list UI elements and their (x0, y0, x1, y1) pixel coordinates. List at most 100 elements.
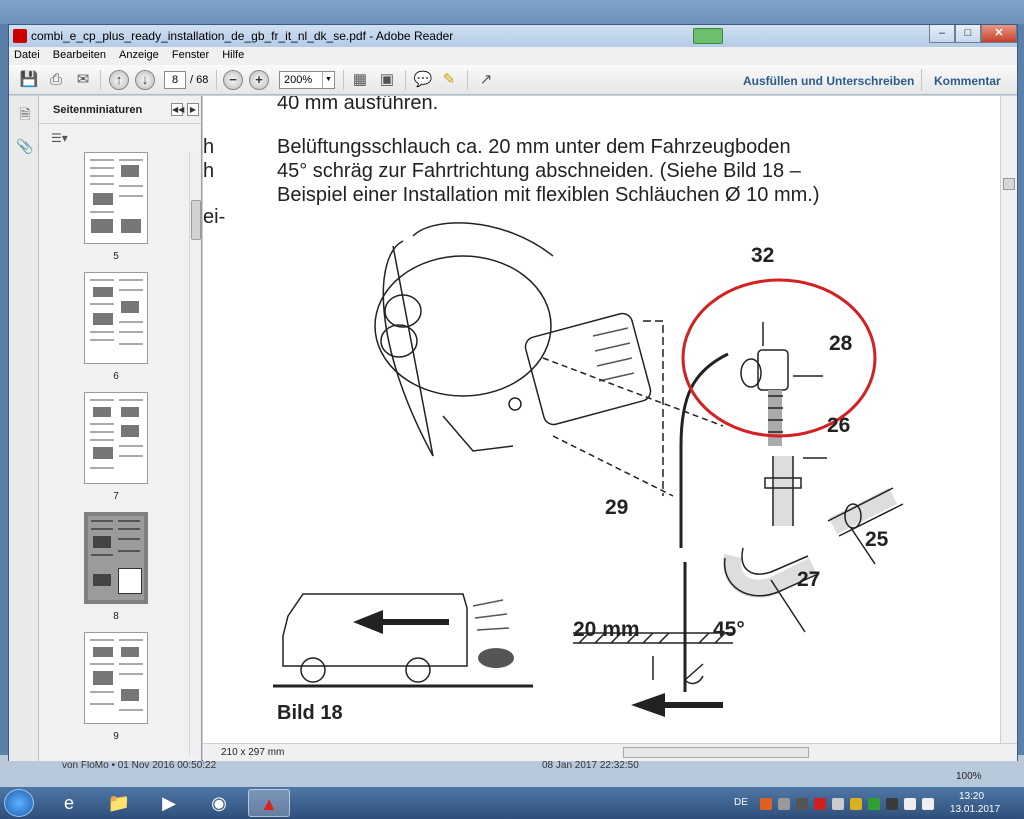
thumbnail-page-selected[interactable] (84, 512, 148, 604)
direction-arrow-head (353, 610, 383, 634)
thumbnail-scroll-thumb[interactable] (191, 200, 201, 240)
maximize-button[interactable]: □ (955, 25, 981, 43)
zoom-select[interactable]: 200% ▼ (279, 71, 335, 89)
thumbnail-panel-title: Seitenminiaturen (53, 104, 143, 116)
fill-and-sign-link[interactable]: Ausfüllen und Unterschreiben (743, 74, 914, 88)
tray-app-icon[interactable] (796, 798, 808, 810)
horizontal-scrollbar[interactable] (623, 747, 809, 758)
tray-app-icon[interactable] (886, 798, 898, 810)
connector-25 (828, 487, 898, 535)
heater-body-outline (382, 240, 434, 457)
camper-wheel-front (300, 657, 326, 683)
toolbar-divider (467, 70, 468, 90)
guide-line-3 (643, 320, 664, 496)
thumbnail-list: 5 6 7 8 9 (39, 152, 189, 756)
callout-32: 32 (751, 244, 775, 267)
thumbnail-page[interactable] (84, 152, 148, 244)
document-view[interactable]: 40 mm ausführen. Belüftungsschlauch ca. … (203, 96, 1008, 743)
callout-26: 26 (827, 414, 851, 437)
volume-icon[interactable] (922, 798, 934, 810)
chevron-down-icon[interactable]: ▼ (322, 72, 334, 88)
file-explorer-icon[interactable]: 📁 (98, 789, 140, 817)
tray-app-icon[interactable] (760, 798, 772, 810)
firefox-icon[interactable]: ◉ (198, 789, 240, 817)
page-number-input[interactable]: 8 (164, 71, 186, 89)
thumbnail-label: 9 (113, 731, 119, 742)
document-scroll-thumb[interactable] (1003, 178, 1015, 190)
toolbar-divider (405, 70, 406, 90)
guide-line-1 (542, 357, 724, 427)
callout-29: 29 (605, 496, 629, 519)
internet-explorer-icon[interactable]: e (48, 789, 90, 817)
attachment-icon[interactable]: 📎 (16, 138, 34, 156)
thumbnail-page[interactable] (84, 392, 148, 484)
figure-caption: Bild 18 (277, 702, 343, 724)
comment-bubble-icon[interactable]: 💬 (413, 70, 433, 90)
expand-icon[interactable]: ↗ (476, 70, 496, 90)
taskbar: e 📁 ▶ ◉ ▲ DE 13:20 13.01.2017 (0, 787, 1024, 819)
adobe-reader-icon[interactable]: ▲ (248, 789, 290, 817)
share-badge-icon[interactable] (693, 28, 723, 44)
menu-item-hilfe[interactable]: Hilfe (217, 47, 249, 63)
close-button[interactable]: ✕ (981, 25, 1017, 43)
highlight-icon[interactable]: ✎ (439, 70, 459, 90)
menu-item-bearbeiten[interactable]: Bearbeiten (48, 47, 111, 63)
previous-page-button[interactable]: ↑ (109, 70, 129, 90)
angle-label: 45° (713, 618, 745, 641)
dimension-lines (652, 656, 704, 681)
minimize-button[interactable]: – (929, 25, 955, 43)
heater-drum-front (374, 255, 552, 397)
language-indicator[interactable]: DE (734, 797, 748, 808)
callout-27: 27 (797, 568, 821, 591)
collapse-panel-icon[interactable]: ◀◀ (171, 103, 184, 116)
thumbnail-page[interactable] (84, 632, 148, 724)
comment-link[interactable]: Kommentar (934, 74, 1001, 88)
zoom-out-button[interactable]: − (223, 70, 243, 90)
thumbnail-scrollbar[interactable] (189, 152, 201, 756)
page-thumbnails-icon[interactable]: 🗎 (16, 104, 34, 122)
thumbnail-label: 8 (113, 611, 119, 622)
zoom-value: 200% (284, 74, 313, 86)
heater-knob (508, 397, 522, 411)
menu-item-datei[interactable]: Datei (9, 47, 45, 63)
tray-app-icon[interactable] (868, 798, 880, 810)
fit-page-icon[interactable]: ▦ (350, 70, 370, 90)
toolbar-divider (100, 70, 101, 90)
network-icon[interactable] (904, 798, 916, 810)
thumbnail-label: 5 (113, 251, 119, 262)
email-icon[interactable]: ✉ (73, 70, 93, 90)
background-text-1: von FloMo • 01 Nov 2016 00:50:22 (62, 760, 217, 771)
title-bar[interactable]: combi_e_cp_plus_ready_installation_de_gb… (9, 25, 1017, 47)
expand-panel-icon[interactable]: ▶ (187, 103, 199, 116)
travel-arrow-head (631, 693, 665, 717)
menu-item-anzeige[interactable]: Anzeige (114, 47, 164, 63)
tray-app-icon[interactable] (850, 798, 862, 810)
media-player-icon[interactable]: ▶ (148, 789, 190, 817)
callout-25: 25 (865, 528, 889, 551)
speed-lines (472, 599, 510, 631)
dimension-label: 20 mm (573, 618, 640, 641)
thumbnail-panel-header: Seitenminiaturen ◀◀ ▶ (39, 96, 201, 124)
camper-wheel-rear (405, 657, 431, 683)
reader-window: combi_e_cp_plus_ready_installation_de_gb… (8, 24, 1018, 761)
tray-app-icon[interactable] (832, 798, 844, 810)
heater-drum-top (412, 222, 554, 257)
tray-app-icon[interactable] (814, 798, 826, 810)
document-scrollbar[interactable] (1000, 96, 1017, 743)
print-icon[interactable]: ⎙ (46, 70, 66, 90)
clock-time[interactable]: 13:20 (959, 791, 984, 802)
start-button[interactable] (4, 789, 34, 817)
clock-date[interactable]: 13.01.2017 (950, 804, 1000, 815)
zoom-indicator: 100% (956, 771, 982, 782)
menu-item-fenster[interactable]: Fenster (167, 47, 214, 63)
thumbnail-page[interactable] (84, 272, 148, 364)
thumbnail-options-icon[interactable]: ☰▾ (51, 131, 68, 145)
page-total: / 68 (190, 74, 209, 86)
next-page-button[interactable]: ↓ (135, 70, 155, 90)
tray-app-icon[interactable] (778, 798, 790, 810)
zoom-in-button[interactable]: + (249, 70, 269, 90)
guide-line-2 (552, 435, 674, 497)
pdf-icon (13, 29, 27, 43)
save-icon[interactable]: 💾 (19, 70, 39, 90)
fit-width-icon[interactable]: ▣ (377, 70, 397, 90)
